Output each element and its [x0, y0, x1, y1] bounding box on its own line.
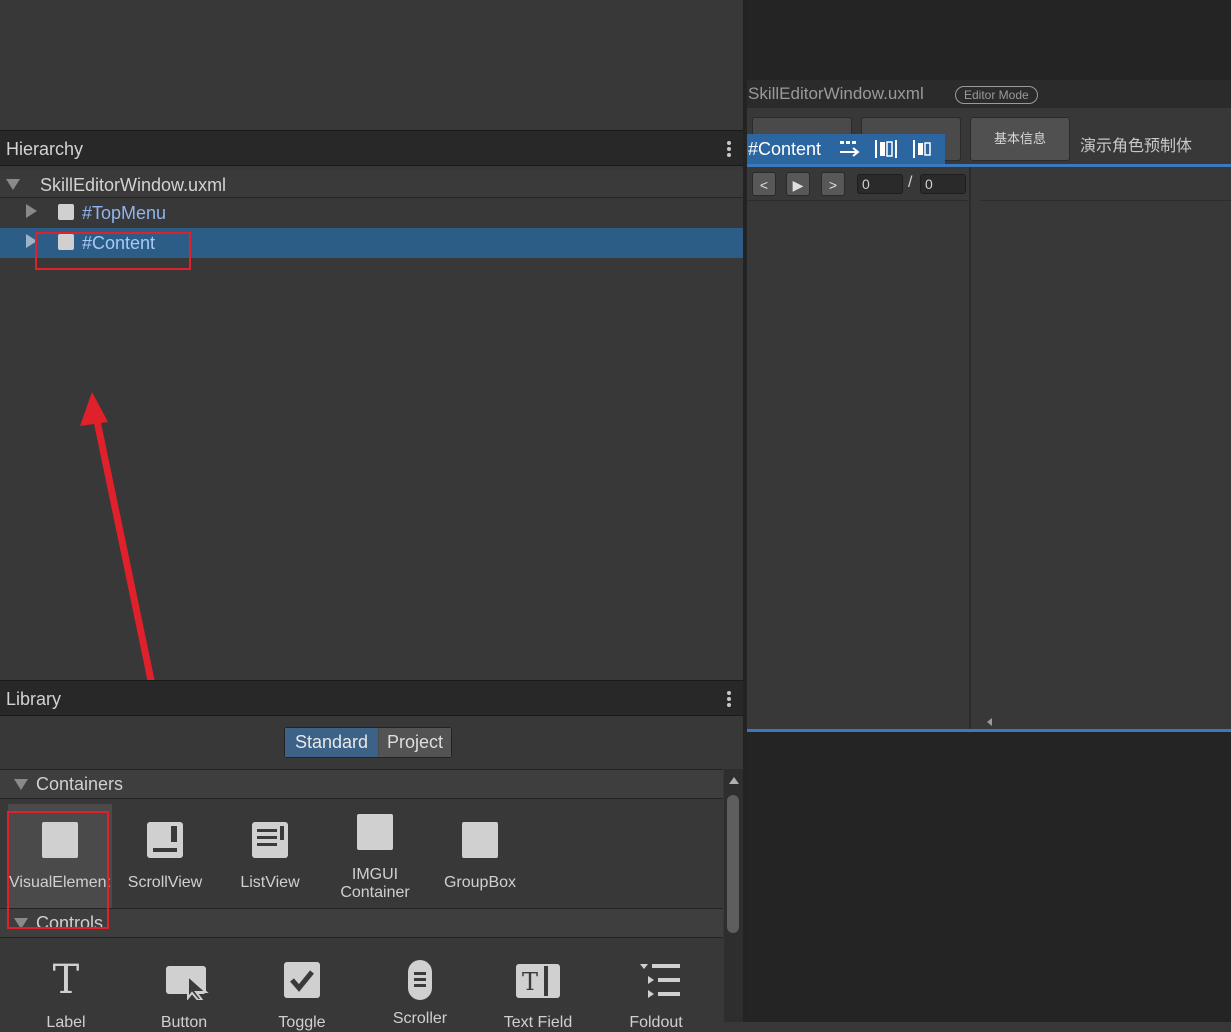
row-divider: [981, 200, 1231, 201]
selection-outline-top: [747, 164, 1231, 167]
current-frame-field[interactable]: 0: [857, 174, 903, 194]
tree-item-topmenu[interactable]: #TopMenu: [0, 198, 743, 228]
justify-content-icon[interactable]: [913, 138, 935, 160]
text-t-icon: T: [52, 957, 80, 1003]
library-item-label: ScrollView: [127, 874, 203, 891]
flex-direction-icon[interactable]: [839, 138, 861, 160]
row-divider: [747, 200, 971, 201]
library-item-listview[interactable]: ListView: [218, 822, 322, 892]
empty-toolbar-area: [0, 0, 743, 130]
visual-element-icon: [58, 204, 74, 220]
imgui-container-icon: [357, 814, 393, 850]
tree-root-label: SkillEditorWindow.uxml: [40, 175, 227, 195]
basic-info-button[interactable]: 基本信息: [970, 117, 1070, 161]
viewport-title-bar: SkillEditorWindow.uxml Editor Mode: [747, 80, 1231, 108]
left-panel: Hierarchy SkillEditorWindow.uxml #TopMen…: [0, 0, 743, 1031]
collapsed-arrow-icon[interactable]: [26, 204, 37, 218]
annotation-highlight-box: [35, 232, 191, 270]
selection-tag[interactable]: #Content: [747, 134, 945, 164]
canvas: [747, 108, 1231, 732]
align-items-icon[interactable]: [875, 138, 897, 160]
library-scrollbar[interactable]: [724, 769, 743, 1022]
prefab-label: 演示角色预制体: [1080, 138, 1193, 155]
scroller-icon: [402, 960, 438, 1000]
prev-frame-button[interactable]: <: [752, 172, 776, 196]
hierarchy-title: Hierarchy: [6, 139, 84, 159]
library-item-scroller[interactable]: Scroller: [368, 960, 472, 1028]
library-item-label: Foldout: [629, 1014, 683, 1031]
foldout-icon: [638, 962, 680, 998]
library-header: Library: [0, 680, 743, 716]
library-item-label-control[interactable]: T Label: [14, 960, 118, 1032]
annotation-arrow: [80, 392, 156, 689]
library-item-label: Scroller: [392, 1010, 448, 1027]
next-frame-button[interactable]: >: [821, 172, 845, 196]
hierarchy-menu-icon[interactable]: [727, 141, 731, 159]
scrollview-icon: [147, 822, 183, 858]
library-item-groupbox[interactable]: GroupBox: [428, 822, 532, 892]
library-title: Library: [6, 689, 62, 709]
groupbox-icon: [462, 822, 498, 858]
library-item-label: Text Field: [503, 1014, 573, 1031]
library-menu-icon[interactable]: [727, 691, 731, 709]
frame-separator: /: [908, 174, 913, 191]
scroll-up-icon[interactable]: [729, 777, 739, 784]
expand-arrow-icon[interactable]: [6, 179, 20, 190]
svg-text:T: T: [522, 968, 538, 996]
listview-icon: [252, 822, 288, 858]
scroll-left-icon[interactable]: [987, 718, 992, 726]
button-cursor-icon: [166, 962, 209, 1001]
tab-standard[interactable]: Standard: [285, 728, 378, 757]
library-item-imgui-container[interactable]: IMGUI Container: [323, 814, 427, 902]
scroll-thumb[interactable]: [727, 795, 739, 933]
library-item-label: ListView: [240, 874, 300, 891]
editor-mode-badge[interactable]: Editor Mode: [955, 86, 1038, 104]
tree-item-label: #TopMenu: [82, 203, 167, 223]
library-item-label: GroupBox: [443, 874, 517, 891]
play-button[interactable]: ▶: [786, 172, 810, 196]
annotation-highlight-box: [7, 811, 109, 929]
library-item-scrollview[interactable]: ScrollView: [113, 822, 217, 892]
track-divider[interactable]: [969, 167, 971, 729]
viewport: SkillEditorWindow.uxml Editor Mode 基本信息 …: [747, 0, 1231, 1022]
selection-label: #Content: [748, 139, 822, 159]
containers-label: Containers: [36, 774, 124, 794]
text-field-icon: T: [516, 962, 560, 998]
tree-root-row[interactable]: SkillEditorWindow.uxml: [0, 170, 743, 198]
containers-section-header[interactable]: Containers: [0, 769, 723, 799]
library-item-label: Label: [46, 1014, 86, 1031]
document-name: SkillEditorWindow.uxml: [748, 84, 924, 103]
library-item-label: Toggle: [278, 1014, 326, 1031]
expand-arrow-icon[interactable]: [14, 779, 28, 790]
total-frame-field[interactable]: 0: [920, 174, 966, 194]
library-item-label: Button: [160, 1014, 208, 1031]
library-tabs: Standard Project: [284, 727, 452, 758]
tab-project[interactable]: Project: [379, 728, 451, 757]
hierarchy-header: Hierarchy: [0, 130, 743, 166]
checkbox-icon: [284, 962, 320, 998]
library-item-label: IMGUI Container: [340, 866, 410, 901]
selection-outline-bottom: [747, 729, 1231, 732]
